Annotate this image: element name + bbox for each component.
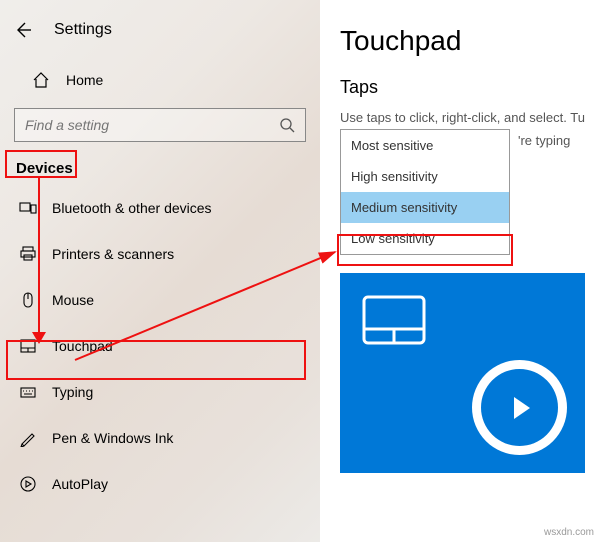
desc-tail: 're typing [518, 133, 570, 148]
nav-touchpad[interactable]: Touchpad [0, 323, 320, 369]
devices-icon [18, 199, 38, 217]
dropdown-option-most[interactable]: Most sensitive [341, 130, 509, 161]
nav-mouse-label: Mouse [52, 292, 94, 308]
nav-home-label: Home [66, 72, 103, 88]
taps-description: Use taps to click, right-click, and sele… [340, 110, 600, 125]
search-input[interactable] [25, 117, 279, 133]
video-tile[interactable] [340, 273, 585, 473]
printer-icon [18, 245, 38, 263]
nav-bluetooth-label: Bluetooth & other devices [52, 200, 212, 216]
nav-printers-label: Printers & scanners [52, 246, 174, 262]
search-icon [279, 117, 295, 133]
nav-typing-label: Typing [52, 384, 93, 400]
watermark: wsxdn.com [544, 527, 594, 538]
nav-typing[interactable]: Typing [0, 369, 320, 415]
touchpad-icon [18, 337, 38, 355]
search-input-wrap[interactable] [14, 108, 306, 142]
main-panel: Touchpad Taps Use taps to click, right-c… [320, 0, 600, 542]
nav-bluetooth[interactable]: Bluetooth & other devices [0, 185, 320, 231]
keyboard-icon [18, 383, 38, 401]
pen-icon [18, 429, 38, 447]
nav-mouse[interactable]: Mouse [0, 277, 320, 323]
autoplay-icon [18, 475, 38, 493]
nav-pen-label: Pen & Windows Ink [52, 430, 173, 446]
dropdown-option-medium[interactable]: Medium sensitivity [341, 192, 509, 223]
nav-autoplay-label: AutoPlay [52, 476, 108, 492]
home-icon [32, 71, 52, 89]
nav-home[interactable]: Home [0, 60, 320, 100]
nav-pen[interactable]: Pen & Windows Ink [0, 415, 320, 461]
category-devices: Devices [6, 152, 83, 185]
nav-touchpad-label: Touchpad [52, 338, 113, 354]
touchpad-tile-icon [362, 295, 426, 345]
play-icon [481, 369, 558, 446]
dropdown-option-high[interactable]: High sensitivity [341, 161, 509, 192]
back-icon[interactable] [14, 21, 34, 39]
sensitivity-dropdown[interactable]: Most sensitive High sensitivity Medium s… [340, 129, 510, 255]
nav-autoplay[interactable]: AutoPlay [0, 461, 320, 507]
section-taps: Taps [340, 77, 600, 98]
settings-sidebar: Settings Home Devices Bluetooth & other … [0, 0, 320, 542]
mouse-icon [18, 291, 38, 309]
settings-title: Settings [54, 21, 112, 39]
play-button[interactable] [472, 360, 567, 455]
page-title: Touchpad [340, 25, 600, 57]
nav-printers[interactable]: Printers & scanners [0, 231, 320, 277]
dropdown-option-low[interactable]: Low sensitivity [341, 223, 509, 254]
